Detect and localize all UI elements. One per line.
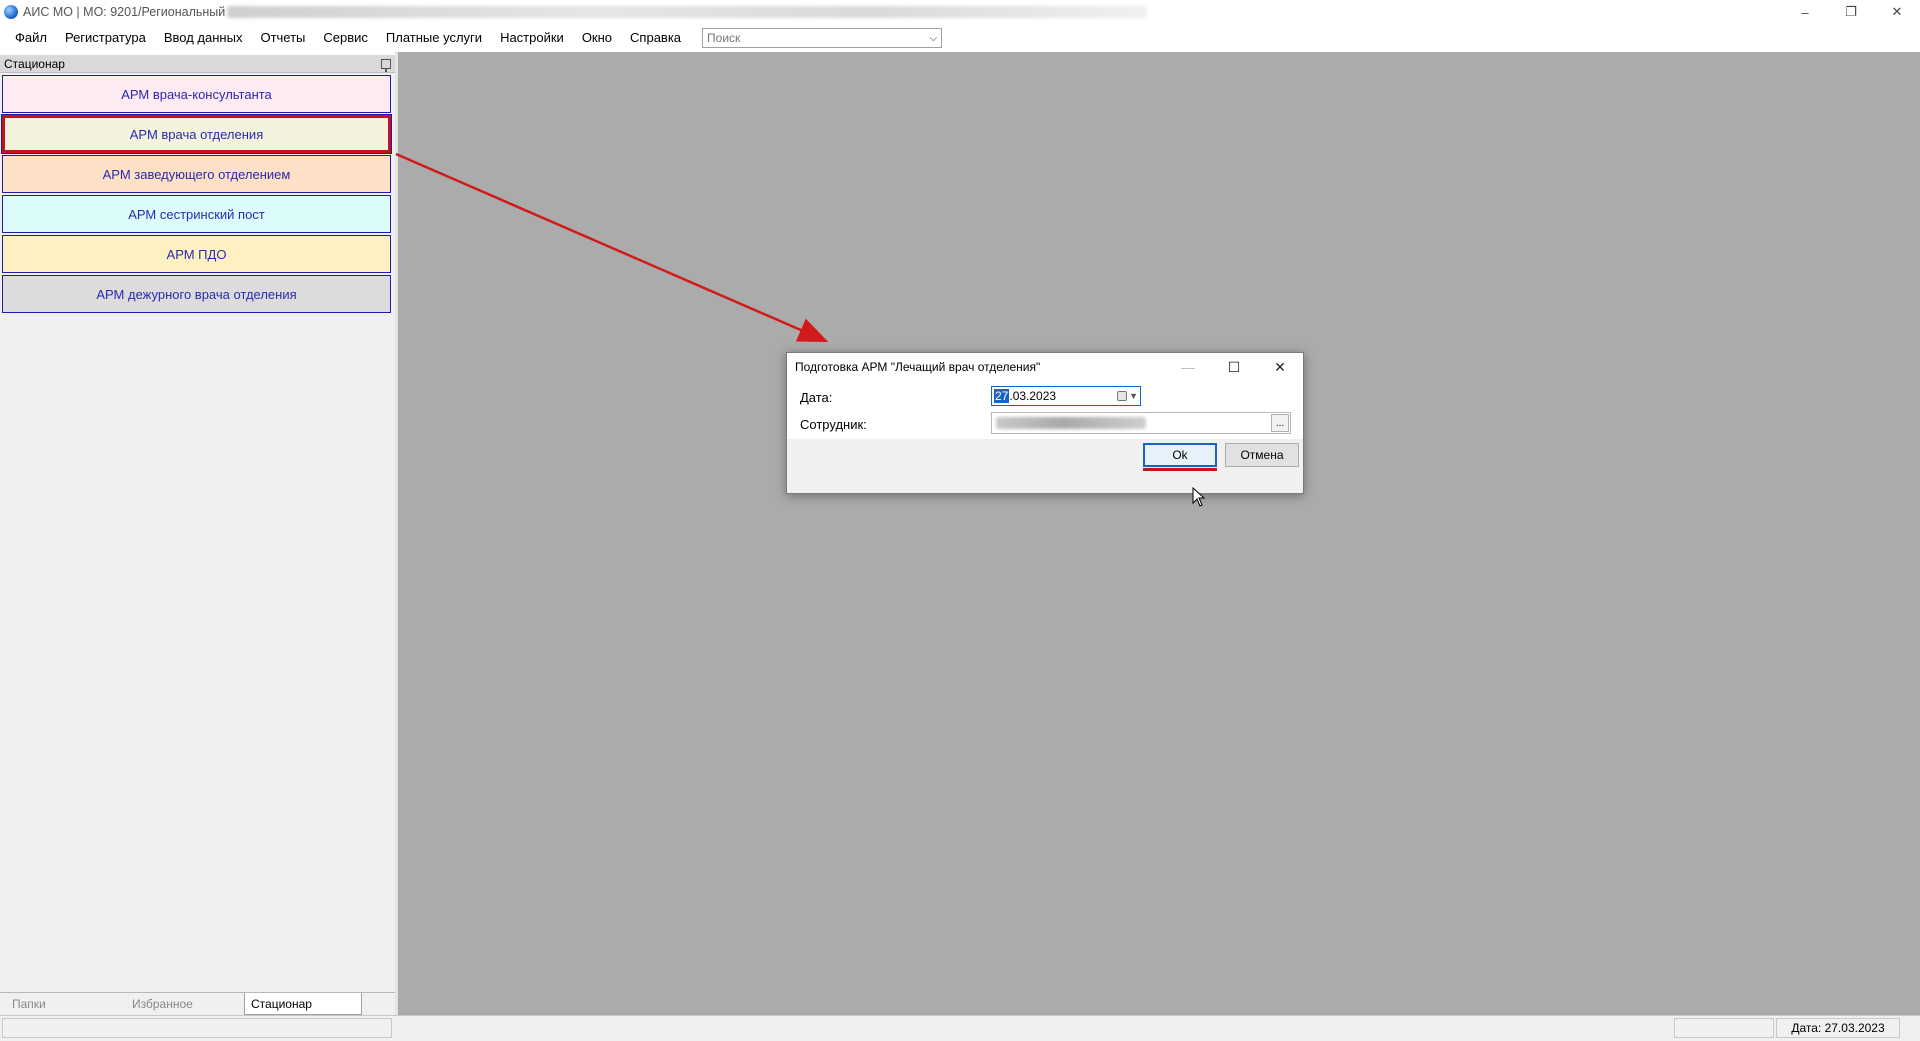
status-bar: Дата: 27.03.2023 [0,1015,1920,1041]
arm-nurse-post-button[interactable]: АРМ сестринский пост [2,195,391,233]
panel-header: Стационар [0,55,395,73]
panel-title: Стационар [4,56,65,71]
restore-button[interactable]: ❐ [1828,0,1874,24]
dialog-title: Подготовка АРМ "Лечащий врач отделения" [795,360,1041,374]
status-segment-mid [1674,1018,1774,1038]
ok-button[interactable]: Ok [1143,443,1217,467]
search-input[interactable] [707,31,908,45]
menu-bar: Файл Регистратура Ввод данных Отчеты Сер… [0,24,1920,52]
workspace-area [398,52,1920,1015]
dialog-close-button[interactable]: ✕ [1257,353,1303,381]
dialog-title-bar: Подготовка АРМ "Лечащий врач отделения" … [787,353,1303,381]
status-date: Дата: 27.03.2023 [1791,1021,1885,1035]
arm-duty-doctor-button[interactable]: АРМ дежурного врача отделения [2,275,391,313]
left-panel: Стационар АРМ врача-консультанта АРМ вра… [0,55,395,1015]
employee-redacted-value [996,417,1146,429]
ok-highlight-underline [1143,468,1217,471]
arm-pdo-button[interactable]: АРМ ПДО [2,235,391,273]
dropdown-arrow-icon: ▼ [1129,391,1138,401]
menu-window[interactable]: Окно [573,24,621,52]
arm-ward-doctor-button[interactable]: АРМ врача отделения [1,114,392,154]
search-combobox[interactable]: ⌵ [702,28,943,48]
menu-paid-services[interactable]: Платные услуги [377,24,491,52]
calendar-icon [1117,391,1128,401]
title-redacted-text [227,6,1148,18]
dialog-minimize-button: — [1181,359,1195,375]
panel-tabs: Папки Избранное Стационар [0,992,395,1015]
tab-hospital[interactable]: Стационар [244,993,362,1015]
menu-service[interactable]: Сервис [314,24,377,52]
employee-select-button[interactable]: ... [1271,414,1289,432]
arm-head-of-dept-button[interactable]: АРМ заведующего отделением [2,155,391,193]
app-logo-icon [4,5,18,19]
cancel-button[interactable]: Отмена [1225,443,1299,467]
title-bar: АИС МО | МО: 9201/Региональный – ❐ ✕ [0,0,1920,24]
menu-reports[interactable]: Отчеты [251,24,314,52]
close-button[interactable]: ✕ [1874,0,1920,24]
arm-list: АРМ врача-консультанта АРМ врача отделен… [0,73,395,313]
menu-file[interactable]: Файл [6,24,56,52]
tab-favorites[interactable]: Избранное [120,993,240,1015]
window-title: АИС МО | МО: 9201/Региональный [23,5,226,19]
dialog-footer: Ok Отмена [787,439,1303,493]
chevron-down-icon[interactable]: ⌵ [929,33,937,44]
arm-preparation-dialog: Подготовка АРМ "Лечащий врач отделения" … [786,352,1304,494]
menu-data-entry[interactable]: Ввод данных [155,24,252,52]
date-label: Дата: [800,390,833,405]
arm-consultant-button[interactable]: АРМ врача-консультанта [2,75,391,113]
employee-field[interactable]: ... [991,412,1291,434]
employee-label: Сотрудник: [800,417,867,432]
dialog-maximize-button[interactable]: ☐ [1211,353,1257,381]
minimize-button[interactable]: – [1782,0,1828,24]
mouse-cursor-icon [1192,487,1206,507]
calendar-dropdown-button[interactable]: ▼ [1116,389,1138,403]
date-day-selected: 27 [994,389,1010,403]
menu-settings[interactable]: Настройки [491,24,573,52]
status-segment-left [2,1018,392,1038]
menu-registry[interactable]: Регистратура [56,24,155,52]
menu-help[interactable]: Справка [621,24,690,52]
date-rest: .03.2023 [1009,389,1057,403]
tab-folders[interactable]: Папки [0,993,120,1015]
dialog-body: Дата: 27 .03.2023 ▼ Сотрудник: ... [787,381,1303,439]
pin-icon[interactable] [381,58,391,72]
date-field[interactable]: 27 .03.2023 ▼ [991,386,1141,406]
